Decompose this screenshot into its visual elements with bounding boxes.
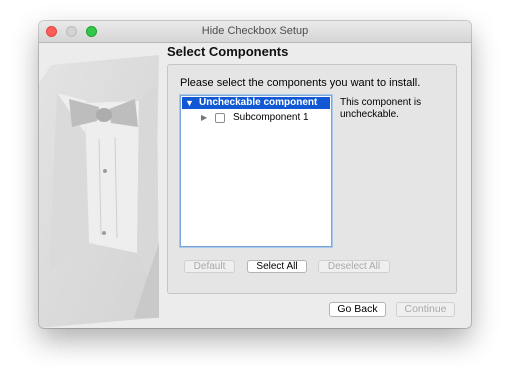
triangle-right-icon[interactable]: ▶ (201, 111, 207, 125)
triangle-down-icon[interactable]: ▼ (185, 97, 194, 109)
go-back-button[interactable]: Go Back (329, 302, 386, 317)
components-panel: Please select the components you want to… (167, 64, 457, 294)
window-title: Hide Checkbox Setup (201, 25, 309, 37)
tree-item-uncheckable-component[interactable]: ▼ Uncheckable component (182, 97, 330, 109)
tree-item-label: Uncheckable component (199, 97, 318, 108)
installer-window: Hide Checkbox Setup Select Components Pl… (39, 21, 471, 328)
deselect-all-button[interactable]: Deselect All (318, 260, 390, 273)
tree-item-subcomponent-1[interactable]: ▶ Subcomponent 1 (182, 111, 330, 125)
continue-button[interactable]: Continue (396, 302, 455, 317)
page-title: Select Components (167, 44, 289, 59)
title-bar[interactable]: Hide Checkbox Setup (39, 21, 471, 43)
component-tree[interactable]: ▼ Uncheckable component ▶ Subcomponent 1 (180, 95, 332, 247)
tree-item-label: Subcomponent 1 (233, 112, 309, 123)
component-description: This component is uncheckable. (340, 97, 422, 120)
default-button[interactable]: Default (184, 260, 235, 273)
checkbox-icon[interactable] (215, 113, 225, 123)
instructions-text: Please select the components you want to… (180, 77, 421, 89)
select-all-button[interactable]: Select All (247, 260, 307, 273)
